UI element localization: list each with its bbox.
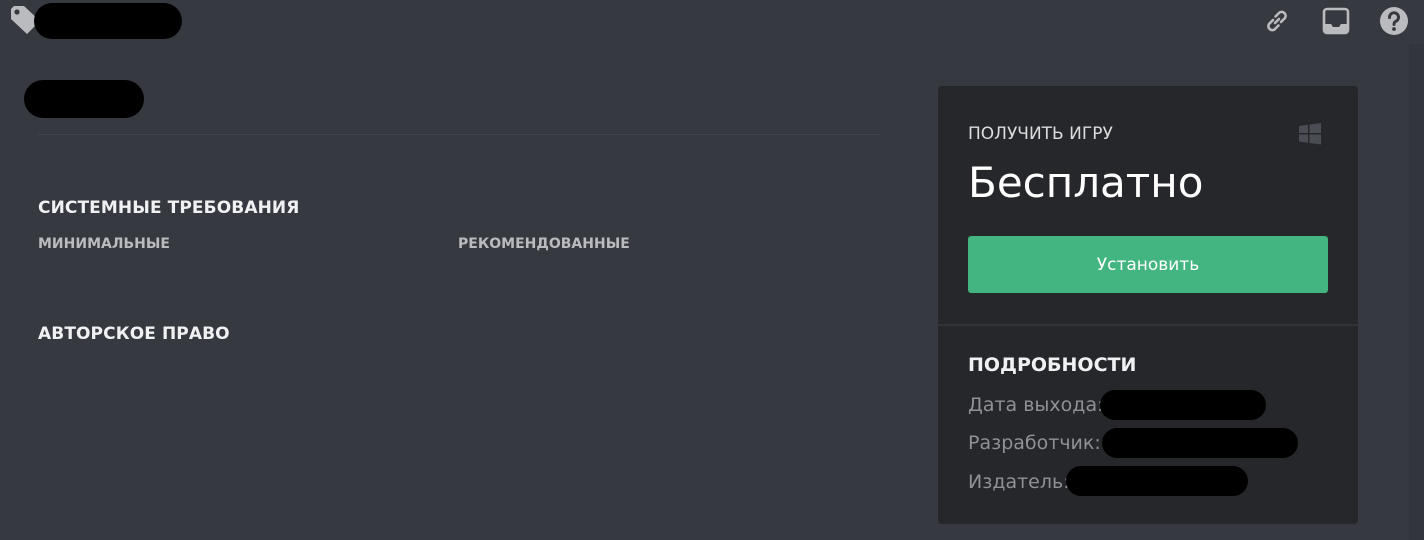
copyright-heading: АВТОРСКОЕ ПРАВО xyxy=(38,324,230,344)
panel-divider xyxy=(938,324,1358,326)
purchase-panel: ПОЛУЧИТЬ ИГРУ Бесплатно Установить ПОДРО… xyxy=(938,86,1358,524)
link-icon[interactable] xyxy=(1262,6,1292,36)
minimum-requirements-label: МИНИМАЛЬНЫЕ xyxy=(38,236,170,252)
details-heading: ПОДРОБНОСТИ xyxy=(968,354,1137,376)
recommended-requirements-label: РЕКОМЕНДОВАННЫЕ xyxy=(458,236,630,252)
scrollbar-track[interactable] xyxy=(1409,44,1424,540)
system-requirements-heading: СИСТЕМНЫЕ ТРЕБОВАНИЯ xyxy=(38,198,300,218)
release-date-redacted xyxy=(1100,390,1266,420)
top-bar xyxy=(0,0,1424,44)
install-button[interactable]: Установить xyxy=(968,236,1328,293)
inbox-icon[interactable] xyxy=(1321,6,1351,36)
help-icon[interactable] xyxy=(1379,6,1409,36)
header-divider xyxy=(38,134,880,135)
game-title-redacted xyxy=(24,80,144,118)
publisher-redacted xyxy=(1066,466,1248,496)
release-date-label: Дата выхода: xyxy=(968,394,1104,416)
windows-icon xyxy=(1299,123,1321,145)
channel-name-redacted xyxy=(34,3,182,39)
get-game-label: ПОЛУЧИТЬ ИГРУ xyxy=(968,124,1113,144)
publisher-label: Издатель: xyxy=(968,471,1070,493)
developer-redacted xyxy=(1102,428,1298,458)
developer-label: Разработчик: xyxy=(968,432,1101,454)
price-label: Бесплатно xyxy=(968,158,1204,207)
